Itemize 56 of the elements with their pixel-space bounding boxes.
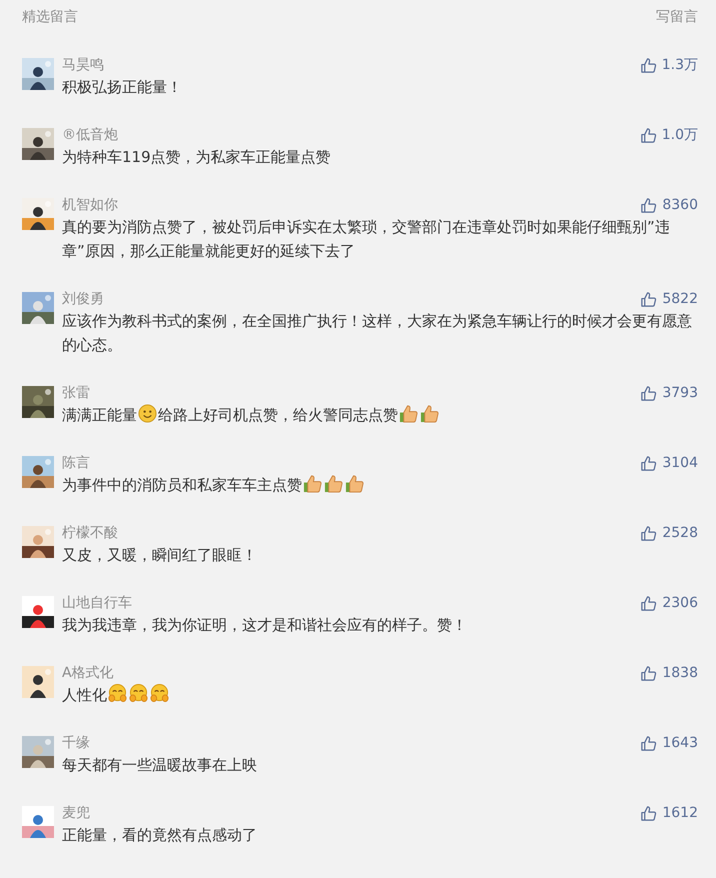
- thumbs-up-emoji-icon: [303, 474, 322, 493]
- thumbs-up-icon: [640, 126, 657, 144]
- comment-text: 为特种车119点赞，为私家车正能量点赞: [62, 148, 331, 166]
- smile-emoji-icon: [138, 404, 157, 423]
- like-button[interactable]: 5822: [640, 290, 698, 308]
- like-button[interactable]: 3793: [640, 384, 698, 402]
- thumbs-up-icon: [640, 524, 658, 542]
- comment-text: 正能量，看的竟然有点感动了: [62, 826, 257, 844]
- commenter-name: 山地自行车: [62, 594, 132, 612]
- like-button[interactable]: 2528: [640, 524, 698, 542]
- like-button[interactable]: 1.3万: [640, 56, 698, 74]
- like-button[interactable]: 1612: [640, 804, 698, 822]
- commenter-name: 麦兜: [62, 804, 90, 822]
- comment-text: 人性化: [62, 686, 107, 704]
- commenter-name: 机智如你: [62, 196, 118, 214]
- section-title: 精选留言: [22, 8, 78, 26]
- comment-text: 给路上好司机点赞，给火警同志点赞: [158, 406, 398, 424]
- comment-text: 应该作为教科书式的案例，在全国推广执行！这样，大家在为紧急车辆让行的时候才会更有愿意的心态。: [62, 312, 692, 354]
- hug-emoji-icon: [108, 684, 127, 703]
- commenter-name: 柠檬不酸: [62, 524, 118, 542]
- like-button[interactable]: 3104: [640, 454, 698, 472]
- thumbs-up-emoji-icon: [324, 474, 343, 493]
- like-button[interactable]: 1643: [640, 734, 698, 752]
- like-button[interactable]: 1838: [640, 664, 698, 682]
- write-comment-link[interactable]: 写留言: [656, 8, 698, 26]
- comment-text: 积极弘扬正能量！: [62, 78, 182, 96]
- commenter-name: 张雷: [62, 384, 90, 402]
- comment-text: 每天都有一些温暖故事在上映: [62, 756, 257, 774]
- like-button[interactable]: 8360: [640, 196, 698, 214]
- comment-text: 满满正能量: [62, 406, 137, 424]
- hug-emoji-icon: [150, 684, 169, 703]
- commenter-name: 陈言: [62, 454, 90, 472]
- comment-text: 真的要为消防点赞了，被处罚后申诉实在太繁琐，交警部门在违章处罚时如果能仔细甄别”违章”原因，那么正能量就能更好的延续下去了: [62, 218, 670, 260]
- thumbs-up-icon: [640, 594, 658, 612]
- thumbs-up-icon: [640, 384, 658, 402]
- thumbs-up-icon: [640, 56, 657, 74]
- commenter-name: 马昊鸣: [62, 56, 104, 74]
- commenter-name: A格式化: [62, 664, 114, 682]
- thumbs-up-emoji-icon: [420, 404, 439, 423]
- commenter-name: ®低音炮: [62, 126, 118, 144]
- thumbs-up-icon: [640, 734, 658, 752]
- thumbs-up-emoji-icon: [345, 474, 364, 493]
- thumbs-up-icon: [640, 804, 658, 822]
- comment-text: 我为我违章，我为你证明，这才是和谐社会应有的样子。赞！: [62, 616, 467, 634]
- thumbs-up-icon: [640, 196, 658, 214]
- comment-text: 为事件中的消防员和私家车车主点赞: [62, 476, 302, 494]
- thumbs-up-icon: [640, 290, 658, 308]
- thumbs-up-icon: [640, 664, 658, 682]
- thumbs-up-emoji-icon: [399, 404, 418, 423]
- like-button[interactable]: 1.0万: [640, 126, 698, 144]
- comment-text: 又皮，又暖，瞬间红了眼眶！: [62, 546, 257, 564]
- thumbs-up-icon: [640, 454, 658, 472]
- commenter-name: 千缘: [62, 734, 90, 752]
- hug-emoji-icon: [129, 684, 148, 703]
- like-button[interactable]: 2306: [640, 594, 698, 612]
- commenter-name: 刘俊勇: [62, 290, 104, 308]
